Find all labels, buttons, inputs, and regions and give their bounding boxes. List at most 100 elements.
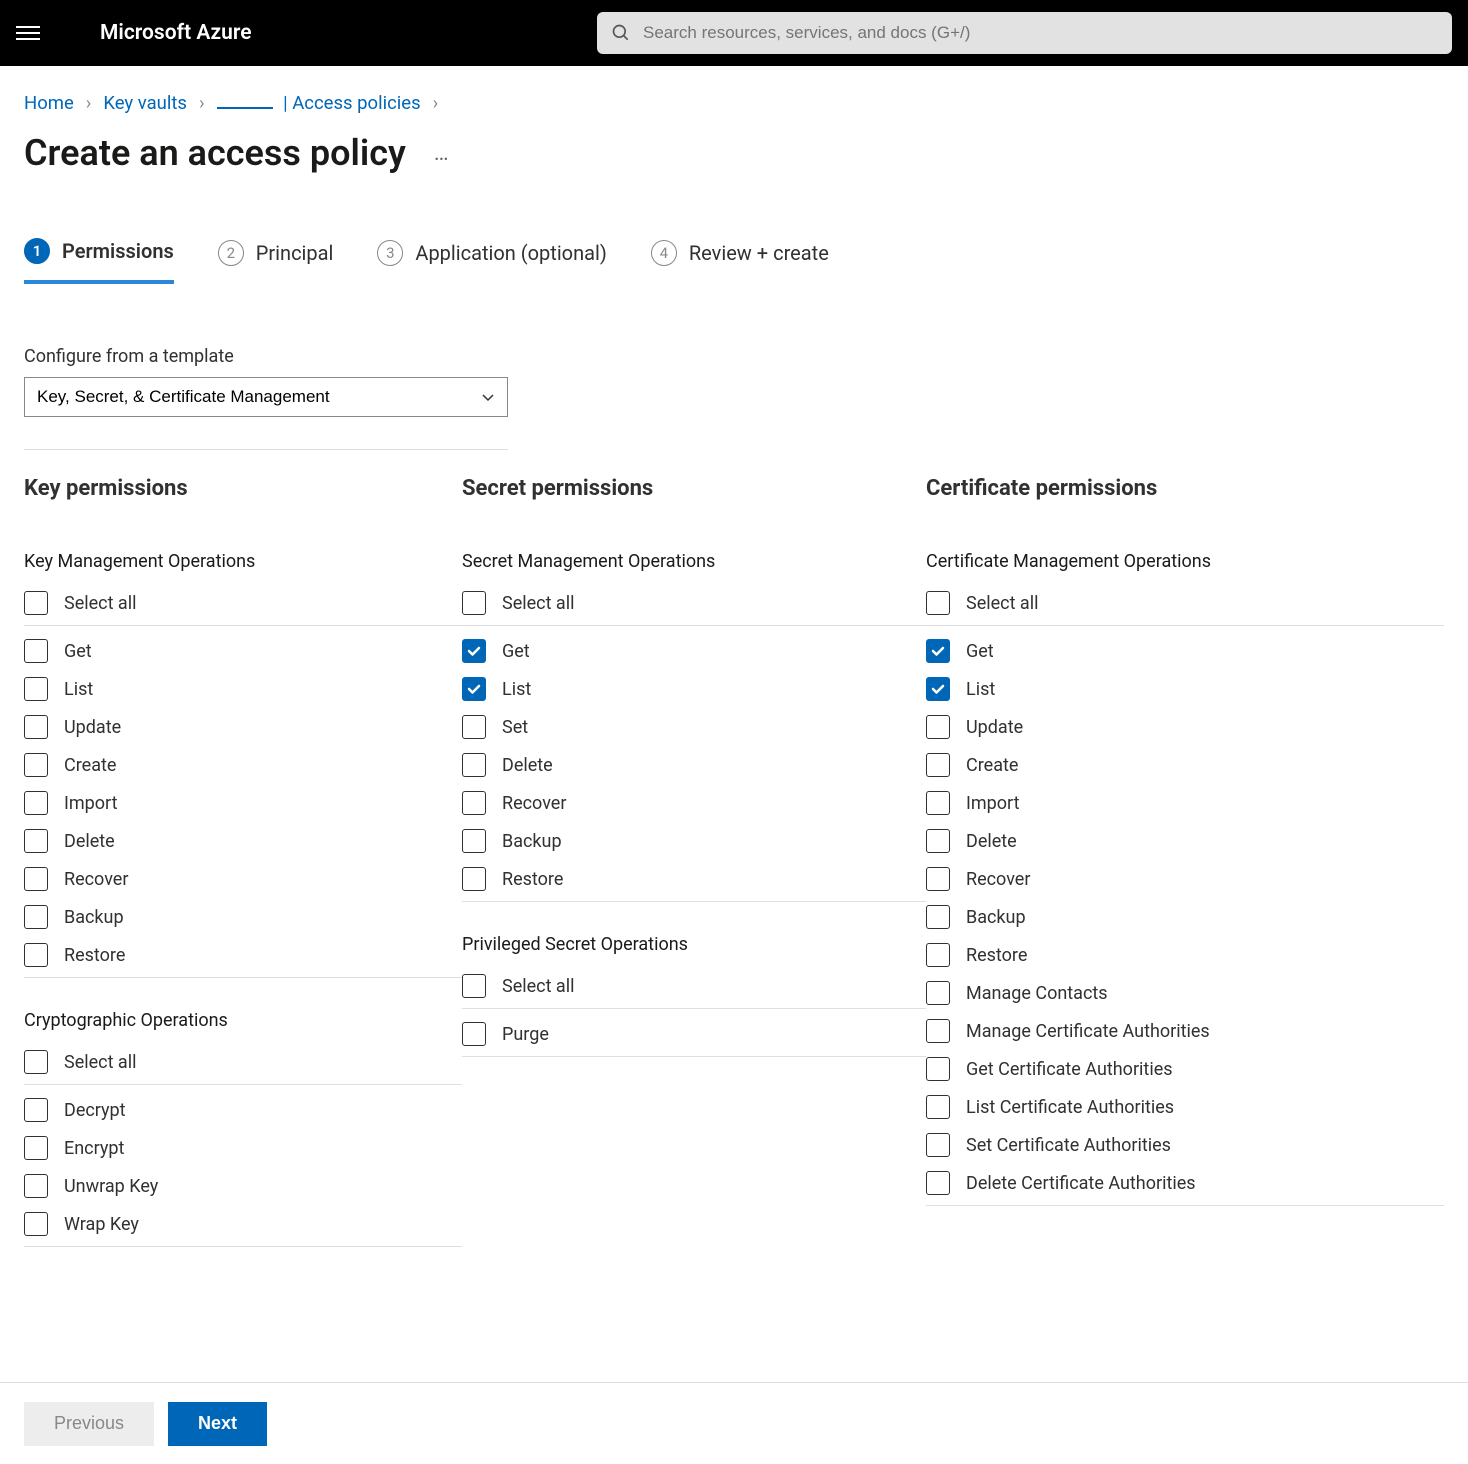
next-button[interactable]: Next	[168, 1402, 267, 1446]
permission-row[interactable]: Backup	[24, 898, 462, 936]
permission-row[interactable]: Unwrap Key	[24, 1167, 462, 1205]
checkbox[interactable]	[462, 974, 486, 998]
permission-row[interactable]: Get	[462, 632, 926, 670]
checkbox[interactable]	[24, 1098, 48, 1122]
permission-row[interactable]: Decrypt	[24, 1091, 462, 1129]
checkbox[interactable]	[926, 791, 950, 815]
checkbox[interactable]	[24, 1050, 48, 1074]
permission-row[interactable]: Update	[24, 708, 462, 746]
permission-row[interactable]: List	[24, 670, 462, 708]
permission-row[interactable]: Recover	[24, 860, 462, 898]
checkbox[interactable]	[24, 715, 48, 739]
permission-row[interactable]: Backup	[462, 822, 926, 860]
breadcrumb-keyvaults[interactable]: Key vaults	[103, 92, 187, 114]
breadcrumb-home[interactable]: Home	[24, 92, 74, 114]
checkbox[interactable]	[24, 591, 48, 615]
more-actions-icon[interactable]: …	[434, 141, 451, 166]
checkbox[interactable]	[926, 1171, 950, 1195]
permission-row[interactable]: Recover	[462, 784, 926, 822]
checkbox[interactable]	[24, 753, 48, 777]
checkbox[interactable]	[462, 867, 486, 891]
permission-row[interactable]: Update	[926, 708, 1444, 746]
permission-row[interactable]: Import	[926, 784, 1444, 822]
permissions-column-secret: Secret permissionsSecret Management Oper…	[462, 476, 926, 1279]
checkbox[interactable]	[926, 981, 950, 1005]
permission-row[interactable]: Get	[926, 632, 1444, 670]
permission-row[interactable]: Create	[926, 746, 1444, 784]
checkbox[interactable]	[926, 1019, 950, 1043]
checkbox[interactable]	[926, 715, 950, 739]
permission-row[interactable]: Restore	[24, 936, 462, 978]
permission-row[interactable]: Delete	[462, 746, 926, 784]
checkbox[interactable]	[24, 677, 48, 701]
step-principal[interactable]: 2 Principal	[218, 238, 334, 284]
checkbox[interactable]	[926, 943, 950, 967]
permission-row[interactable]: Recover	[926, 860, 1444, 898]
select-all-row[interactable]: Select all	[462, 967, 926, 1009]
permission-row[interactable]: List	[462, 670, 926, 708]
permission-row[interactable]: Get	[24, 632, 462, 670]
permission-row[interactable]: Set Certificate Authorities	[926, 1126, 1444, 1164]
permission-row[interactable]: Wrap Key	[24, 1205, 462, 1247]
step-review[interactable]: 4 Review + create	[651, 238, 829, 284]
permission-list: Select all Purge	[462, 967, 926, 1057]
permission-row[interactable]: Restore	[462, 860, 926, 902]
checkbox[interactable]	[24, 1212, 48, 1236]
checkbox[interactable]	[926, 753, 950, 777]
wizard-footer: Previous Next	[0, 1382, 1468, 1464]
permission-row[interactable]: Delete Certificate Authorities	[926, 1164, 1444, 1206]
permission-row[interactable]: Manage Certificate Authorities	[926, 1012, 1444, 1050]
checkbox[interactable]	[926, 591, 950, 615]
select-all-row[interactable]: Select all	[926, 584, 1444, 626]
permission-row[interactable]: Delete	[926, 822, 1444, 860]
checkbox[interactable]	[926, 1133, 950, 1157]
permission-row[interactable]: Set	[462, 708, 926, 746]
checkbox[interactable]	[24, 829, 48, 853]
permission-row[interactable]: Import	[24, 784, 462, 822]
checkbox[interactable]	[462, 591, 486, 615]
search-input[interactable]	[597, 12, 1452, 54]
permission-row[interactable]: Encrypt	[24, 1129, 462, 1167]
checkbox[interactable]	[926, 867, 950, 891]
hamburger-menu-icon[interactable]	[16, 26, 40, 40]
step-application[interactable]: 3 Application (optional)	[377, 238, 606, 284]
checkbox-label: Recover	[966, 869, 1030, 890]
checkbox[interactable]	[24, 791, 48, 815]
previous-button[interactable]: Previous	[24, 1402, 154, 1446]
checkbox[interactable]	[926, 1057, 950, 1081]
checkbox[interactable]	[24, 1136, 48, 1160]
select-all-row[interactable]: Select all	[24, 1043, 462, 1085]
permission-row[interactable]: List	[926, 670, 1444, 708]
checkbox[interactable]	[24, 943, 48, 967]
checkbox[interactable]	[24, 905, 48, 929]
checkbox[interactable]	[926, 677, 950, 701]
permission-row[interactable]: Manage Contacts	[926, 974, 1444, 1012]
checkbox[interactable]	[462, 1022, 486, 1046]
breadcrumb-current[interactable]: | Access policies	[217, 92, 421, 114]
permission-row[interactable]: Get Certificate Authorities	[926, 1050, 1444, 1088]
checkbox[interactable]	[462, 677, 486, 701]
checkbox[interactable]	[24, 867, 48, 891]
select-all-row[interactable]: Select all	[462, 584, 926, 626]
checkbox-label: List Certificate Authorities	[966, 1097, 1174, 1118]
checkbox[interactable]	[462, 829, 486, 853]
permission-row[interactable]: Purge	[462, 1015, 926, 1057]
select-all-row[interactable]: Select all	[24, 584, 462, 626]
checkbox[interactable]	[926, 829, 950, 853]
permission-row[interactable]: Restore	[926, 936, 1444, 974]
checkbox[interactable]	[24, 639, 48, 663]
checkbox[interactable]	[926, 1095, 950, 1119]
checkbox[interactable]	[462, 753, 486, 777]
permission-row[interactable]: Delete	[24, 822, 462, 860]
template-select[interactable]: Key, Secret, & Certificate Management	[24, 377, 508, 417]
checkbox[interactable]	[926, 639, 950, 663]
checkbox[interactable]	[462, 791, 486, 815]
permission-row[interactable]: Backup	[926, 898, 1444, 936]
checkbox[interactable]	[462, 715, 486, 739]
checkbox[interactable]	[24, 1174, 48, 1198]
checkbox[interactable]	[926, 905, 950, 929]
step-permissions[interactable]: 1 Permissions	[24, 238, 174, 284]
checkbox[interactable]	[462, 639, 486, 663]
permission-row[interactable]: List Certificate Authorities	[926, 1088, 1444, 1126]
permission-row[interactable]: Create	[24, 746, 462, 784]
